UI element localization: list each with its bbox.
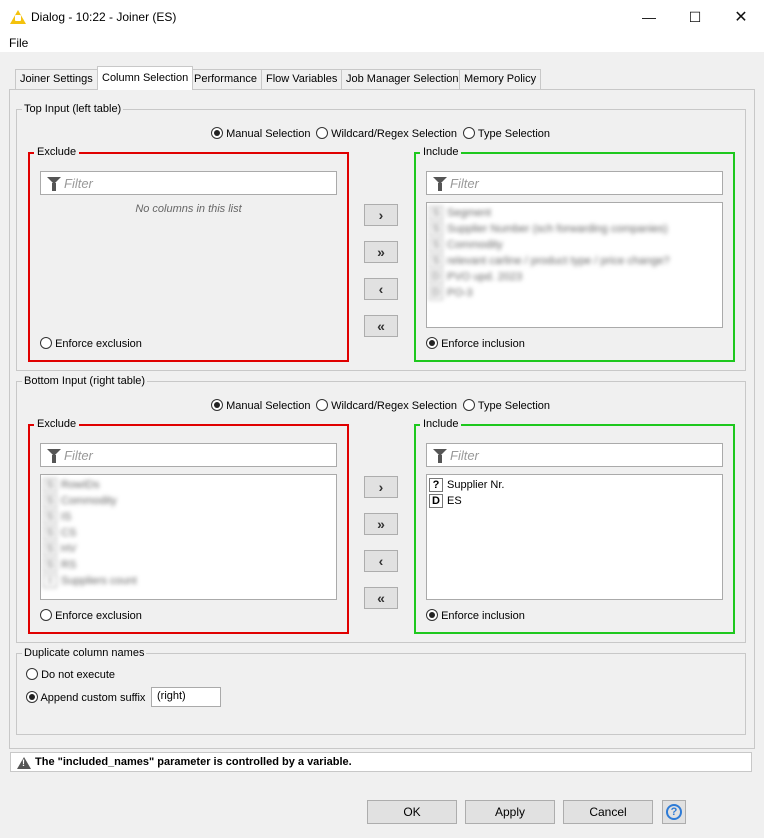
status-bar: The "included_names" parameter is contro…	[10, 752, 752, 772]
top-mode-type[interactable]: Type Selection	[463, 127, 550, 140]
list-item[interactable]: S CS	[41, 525, 336, 541]
tab-flow-variables[interactable]: Flow Variables	[261, 69, 343, 89]
close-icon[interactable]: ✕	[718, 0, 764, 34]
empty-list-message: No columns in this list	[135, 203, 242, 215]
top-include-label: Include	[420, 146, 462, 158]
warning-icon	[17, 757, 31, 769]
bottom-mode-type[interactable]: Type Selection	[463, 399, 550, 412]
duplicates-title: Duplicate column names	[22, 647, 147, 659]
double-type-icon: D	[429, 494, 443, 508]
list-item[interactable]: S RS	[41, 557, 336, 573]
top-input-title: Top Input (left table)	[22, 103, 124, 115]
top-include-filter-input[interactable]: Filter	[426, 171, 723, 195]
list-item[interactable]: Srelevant carline / product type / price…	[427, 253, 722, 269]
radio-icon	[426, 609, 438, 621]
top-exclude-box: Filter No columns in this list Enforce e…	[28, 152, 349, 362]
filter-icon	[433, 449, 447, 463]
top-exclude-filter-input[interactable]: Filter	[40, 171, 337, 195]
radio-icon	[316, 399, 328, 411]
tab-memory-policy[interactable]: Memory Policy	[459, 69, 542, 89]
radio-icon	[26, 691, 38, 703]
bottom-exclude-box: Filter S RowIDs S Commodity S IS S CS S HV SR…	[28, 424, 349, 634]
ok-button[interactable]: OK	[367, 800, 457, 824]
bottom-exclude-label: Exclude	[34, 418, 80, 430]
menu-bar: File	[0, 34, 764, 52]
remove-all-button[interactable]: «	[364, 587, 398, 609]
top-enforce-exclusion[interactable]: Enforce exclusion	[40, 337, 142, 350]
top-mode-wildcard[interactable]: Wildcard/Regex Selection	[316, 127, 457, 140]
bottom-include-filter-input[interactable]: Filter	[426, 443, 723, 467]
minimize-icon[interactable]: —	[626, 0, 672, 34]
add-button[interactable]: ›	[364, 204, 398, 226]
list-item[interactable]: S Commodity	[41, 493, 336, 509]
list-item[interactable]: ? Supplier Nr.	[427, 477, 722, 493]
status-message: The "included_names" parameter is contro…	[35, 756, 352, 768]
bottom-mode-manual[interactable]: Manual Selection	[211, 399, 310, 412]
add-button[interactable]: ›	[364, 476, 398, 498]
list-item[interactable]: I Suppliers count	[41, 573, 336, 589]
top-include-list[interactable]: S Segment S Supplier Number (sch forwardin…	[426, 202, 723, 328]
suffix-input[interactable]: (right)	[151, 687, 221, 707]
title-bar: Dialog - 10:22 - Joiner (ES) — ☐ ✕	[0, 0, 764, 34]
filter-icon	[47, 177, 61, 191]
radio-icon	[40, 337, 52, 349]
list-item[interactable]: S RowIDs	[41, 477, 336, 493]
menu-file[interactable]: File	[9, 36, 28, 50]
remove-all-button[interactable]: «	[364, 315, 398, 337]
remove-button[interactable]: ‹	[364, 550, 398, 572]
apply-button[interactable]: Apply	[465, 800, 555, 824]
add-all-button[interactable]: »	[364, 513, 398, 535]
knime-warning-icon	[10, 10, 26, 24]
radio-icon	[211, 399, 223, 411]
top-mode-manual[interactable]: Manual Selection	[211, 127, 310, 140]
radio-icon	[426, 337, 438, 349]
radio-icon	[26, 668, 38, 680]
bottom-enforce-exclusion[interactable]: Enforce exclusion	[40, 609, 142, 622]
top-enforce-inclusion[interactable]: Enforce inclusion	[426, 337, 525, 350]
help-icon: ?	[666, 804, 682, 820]
radio-icon	[463, 399, 475, 411]
window-title: Dialog - 10:22 - Joiner (ES)	[31, 10, 177, 24]
tab-column-selection[interactable]: Column Selection	[97, 66, 194, 90]
list-item[interactable]: S IS	[41, 509, 336, 525]
bottom-include-list[interactable]: ? Supplier Nr. D ES	[426, 474, 723, 600]
list-item[interactable]: D ES	[427, 493, 722, 509]
tab-joiner-settings[interactable]: Joiner Settings	[15, 69, 98, 89]
bottom-mode-wildcard[interactable]: Wildcard/Regex Selection	[316, 399, 457, 412]
filter-icon	[433, 177, 447, 191]
tab-job-manager-selection[interactable]: Job Manager Selection	[341, 69, 464, 89]
cancel-button[interactable]: Cancel	[563, 800, 653, 824]
list-item[interactable]: S Segment	[427, 205, 722, 221]
do-not-execute-option[interactable]: Do not execute	[26, 668, 115, 681]
remove-button[interactable]: ‹	[364, 278, 398, 300]
list-item[interactable]: S HV	[41, 541, 336, 557]
bottom-include-box: Filter ? Supplier Nr. D ES Enforce inclusi…	[414, 424, 735, 634]
bottom-include-label: Include	[420, 418, 462, 430]
list-item[interactable]: S Commodity	[427, 237, 722, 253]
append-suffix-option[interactable]: Append custom suffix	[26, 691, 145, 704]
radio-icon	[316, 127, 328, 139]
tab-performance[interactable]: Performance	[189, 69, 262, 89]
radio-icon	[463, 127, 475, 139]
add-all-button[interactable]: »	[364, 241, 398, 263]
radio-icon	[40, 609, 52, 621]
top-exclude-label: Exclude	[34, 146, 80, 158]
radio-icon	[211, 127, 223, 139]
filter-icon	[47, 449, 61, 463]
help-button[interactable]: ?	[662, 800, 686, 824]
list-item[interactable]: S Supplier Number (sch forwarding compani…	[427, 221, 722, 237]
list-item[interactable]: D PO-3	[427, 285, 722, 301]
bottom-input-title: Bottom Input (right table)	[22, 375, 148, 387]
maximize-icon[interactable]: ☐	[672, 0, 718, 34]
unknown-type-icon: ?	[429, 478, 443, 492]
list-item[interactable]: D PVO upd. 2023	[427, 269, 722, 285]
top-include-box: Filter S Segment S Supplier Number (sch fo…	[414, 152, 735, 362]
bottom-enforce-inclusion[interactable]: Enforce inclusion	[426, 609, 525, 622]
bottom-exclude-filter-input[interactable]: Filter	[40, 443, 337, 467]
bottom-exclude-list[interactable]: S RowIDs S Commodity S IS S CS S HV S RS I Supp…	[40, 474, 337, 600]
top-exclude-list[interactable]: No columns in this list	[40, 203, 337, 215]
